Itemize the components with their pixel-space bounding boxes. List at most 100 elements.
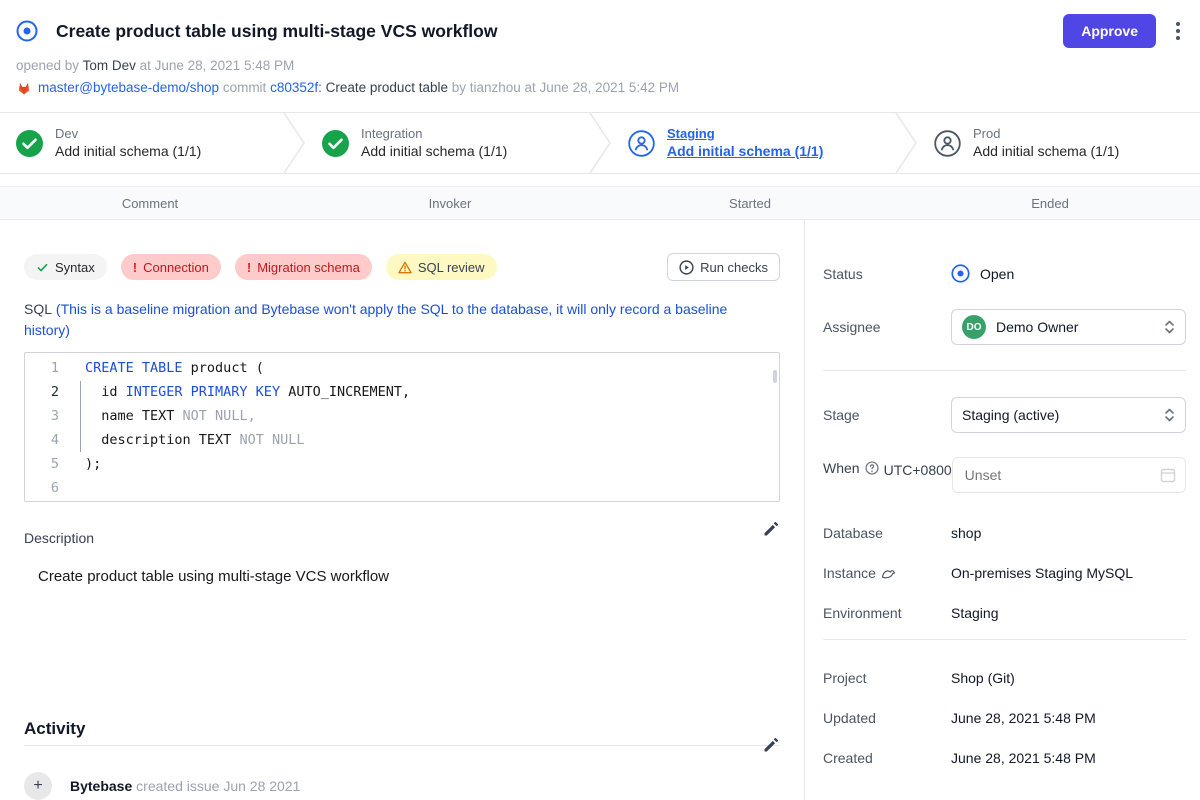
- issue-open-icon: [16, 20, 38, 42]
- environment-label: Environment: [823, 605, 951, 621]
- issue-header: Create product table using multi-stage V…: [0, 0, 1200, 112]
- stage-assignee-icon: [628, 130, 655, 157]
- created-label: Created: [823, 750, 951, 766]
- stage-task-link[interactable]: Add initial schema (1/1): [667, 142, 823, 161]
- run-checks-label: Run checks: [700, 260, 768, 275]
- when-datetime-input[interactable]: [952, 457, 1186, 493]
- opened-timestamp: at June 28, 2021 5:48 PM: [140, 58, 295, 73]
- environment-value[interactable]: Staging: [951, 605, 1186, 621]
- stage-task-link[interactable]: Add initial schema (1/1): [973, 142, 1119, 161]
- column-invoker: Invoker: [300, 196, 600, 211]
- when-timezone: UTC+0800: [884, 462, 952, 478]
- code-token: CREATE TABLE: [85, 360, 183, 376]
- line-number: 2: [25, 380, 73, 404]
- column-started: Started: [600, 196, 900, 211]
- chevron-up-down-icon: [1164, 407, 1175, 423]
- calendar-icon: [1160, 467, 1176, 483]
- issue-main-panel: Syntax ! Connection ! Migration schema S…: [0, 220, 805, 800]
- activity-action: created issue Jun 28 2021: [136, 778, 300, 794]
- assignee-select[interactable]: DO Demo Owner: [951, 309, 1186, 345]
- stage-integration[interactable]: Integration Add initial schema (1/1): [306, 113, 588, 173]
- activity-divider: [24, 745, 780, 746]
- line-number: 6: [25, 476, 73, 500]
- description-label: Description: [24, 530, 780, 546]
- commit-author-time: by tianzhou at June 28, 2021 5:42 PM: [452, 80, 679, 95]
- help-icon[interactable]: [865, 461, 879, 475]
- vcs-commit-line: master@bytebase-demo/shop commit c80352f…: [16, 78, 1184, 98]
- stage-dev[interactable]: Dev Add initial schema (1/1): [0, 113, 282, 173]
- commit-hash-link[interactable]: c80352f:: [270, 80, 322, 95]
- status-row: Status Open: [823, 264, 1186, 283]
- assignee-label: Assignee: [823, 319, 951, 335]
- code-token: AUTO_INCREMENT,: [280, 384, 410, 400]
- commit-word: commit: [223, 80, 267, 95]
- status-open-icon: [951, 264, 970, 283]
- gitlab-icon: [16, 80, 32, 96]
- opened-prefix: opened by: [16, 58, 79, 73]
- stage-row: Stage Staging (active): [823, 397, 1186, 433]
- exclamation-icon: !: [247, 260, 251, 275]
- environment-row: Environment Staging: [823, 605, 1186, 621]
- updated-value: June 28, 2021 5:48 PM: [951, 710, 1186, 726]
- run-checks-button[interactable]: Run checks: [667, 253, 780, 281]
- stage-name: Integration: [361, 125, 507, 142]
- sql-section-label: SQL (This is a baseline migration and By…: [24, 299, 780, 341]
- stage-select[interactable]: Staging (active): [951, 397, 1186, 433]
- database-value[interactable]: shop: [951, 525, 1186, 541]
- project-row: Project Shop (Git): [823, 670, 1186, 686]
- code-line: 2 id INTEGER PRIMARY KEY AUTO_INCREMENT,: [25, 380, 779, 404]
- database-row: Database shop: [823, 525, 1186, 541]
- instance-value[interactable]: On-premises Staging MySQL: [951, 565, 1186, 581]
- stage-assignee-icon: [934, 130, 961, 157]
- exclamation-icon: !: [133, 260, 137, 275]
- stage-separator-chevron: [588, 113, 612, 173]
- stage-name[interactable]: Staging: [667, 125, 823, 142]
- activity-heading: Activity: [24, 716, 780, 742]
- created-row: Created June 28, 2021 5:48 PM: [823, 750, 1186, 766]
- code-line: 1 CREATE TABLE product (: [25, 356, 779, 380]
- badge-syntax[interactable]: Syntax: [24, 254, 107, 280]
- code-token: id: [85, 384, 126, 400]
- edit-sql-icon[interactable]: [762, 520, 780, 538]
- editor-scrollbar[interactable]: [773, 370, 777, 383]
- issue-sidebar: Status Open Assignee DO Demo Owner: [805, 220, 1200, 800]
- instance-row: Instance On-premises Staging MySQL: [823, 565, 1186, 581]
- opened-user: Tom Dev: [83, 58, 136, 73]
- stage-label: Stage: [823, 407, 951, 423]
- badge-label: Connection: [143, 260, 209, 275]
- badge-label: Migration schema: [257, 260, 360, 275]
- stage-name: Dev: [55, 125, 201, 142]
- stage-task-link[interactable]: Add initial schema (1/1): [55, 142, 201, 161]
- stage-value: Staging (active): [962, 407, 1059, 423]
- play-circle-icon: [679, 260, 694, 275]
- check-badges-row: Syntax ! Connection ! Migration schema S…: [24, 253, 780, 281]
- stage-staging[interactable]: Staging Add initial schema (1/1): [612, 113, 894, 173]
- when-row: When UTC+0800: [823, 457, 1186, 493]
- stage-name: Prod: [973, 125, 1119, 142]
- sql-code-editor[interactable]: 1 CREATE TABLE product ( 2 id INTEGER PR…: [24, 352, 780, 502]
- project-value[interactable]: Shop (Git): [951, 670, 1186, 686]
- edit-description-icon[interactable]: [762, 736, 780, 754]
- database-label: Database: [823, 525, 951, 541]
- code-token: description TEXT: [85, 432, 239, 448]
- mysql-dolphin-icon: [881, 567, 896, 580]
- badge-migration-schema[interactable]: ! Migration schema: [235, 254, 372, 280]
- when-label: When: [823, 460, 860, 476]
- opened-by-line: opened by Tom Dev at June 28, 2021 5:48 …: [16, 56, 1184, 76]
- approve-button[interactable]: Approve: [1063, 14, 1156, 48]
- stage-prod[interactable]: Prod Add initial schema (1/1): [918, 113, 1200, 173]
- sql-label: SQL: [24, 301, 52, 317]
- description-text[interactable]: Create product table using multi-stage V…: [38, 566, 780, 588]
- code-token: NOT NULL: [239, 432, 304, 448]
- branch-repo-link[interactable]: master@bytebase-demo/shop: [38, 80, 219, 95]
- code-line: 3 name TEXT NOT NULL,: [25, 404, 779, 428]
- badge-sql-review[interactable]: SQL review: [386, 254, 497, 280]
- line-number: 1: [25, 356, 73, 380]
- page-title: Create product table using multi-stage V…: [56, 18, 497, 44]
- line-number: 5: [25, 452, 73, 476]
- code-token: NOT NULL,: [183, 408, 256, 424]
- badge-connection[interactable]: ! Connection: [121, 254, 221, 280]
- more-options-icon[interactable]: [1172, 18, 1184, 44]
- code-line: 4 description TEXT NOT NULL: [25, 428, 779, 452]
- stage-task-link[interactable]: Add initial schema (1/1): [361, 142, 507, 161]
